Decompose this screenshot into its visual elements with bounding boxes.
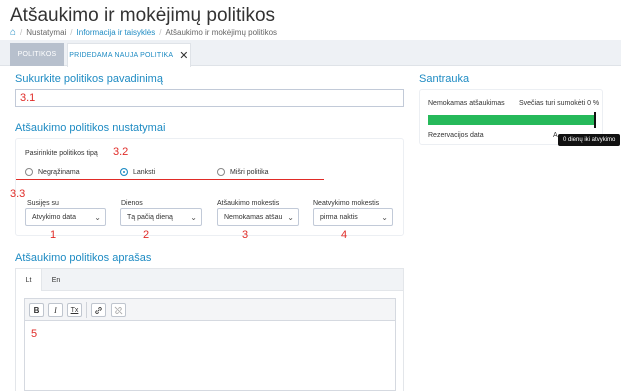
marker-3-2: 3.2 <box>113 146 129 158</box>
tab-lang-en-label: En <box>51 276 61 284</box>
breadcrumb-separator: / <box>159 28 162 37</box>
days-select[interactable]: Tą pačią dieną ⌄ <box>120 208 202 226</box>
related-select[interactable]: Atvykimo data ⌄ <box>25 208 106 226</box>
breadcrumb: ⌂ / Nustatymai / Informacija ir taisyklė… <box>10 27 277 38</box>
tab-policies[interactable]: POLITIKOS <box>10 43 64 66</box>
summary-tooltip: 0 dienų iki atvykimo <box>558 134 621 146</box>
italic-button[interactable]: I <box>48 303 63 317</box>
radio-label: Negrąžinama <box>38 168 80 176</box>
marker-3-1: 3.1 <box>20 92 36 104</box>
summary-guest-pays-label: Svečias turi sumokėti 0 % <box>519 100 600 107</box>
marker-5: 5 <box>31 328 38 340</box>
tab-lang-lt[interactable]: Lt <box>16 269 42 291</box>
tab-new-policy-label: PRIDEDAMA NAUJA POLITIKA <box>69 52 174 59</box>
days-select-value: Tą pačią dieną <box>127 213 173 221</box>
close-icon[interactable]: ✕ <box>179 49 188 62</box>
marker-1: 1 <box>50 229 57 241</box>
no-show-fee-select-value: pirma naktis <box>320 213 358 221</box>
radio-label: Lanksti <box>133 168 156 176</box>
cancel-fee-select-value: Nemokamas atšaukimas <box>224 213 282 221</box>
toolbar-divider <box>86 302 87 318</box>
breadcrumb-item-settings[interactable]: Nustatymai <box>26 28 66 37</box>
no-show-fee-select[interactable]: pirma naktis ⌄ <box>313 208 393 226</box>
radio-button[interactable] <box>25 168 33 176</box>
summary-bar-marker <box>594 112 596 128</box>
breadcrumb-separator: / <box>20 28 23 37</box>
summary-bar-fill <box>428 115 594 125</box>
field-label-no-show-fee: Neatvykimo mokestis <box>313 200 380 207</box>
summary-arrival-label: A <box>553 132 558 139</box>
bold-button[interactable]: B <box>29 303 44 317</box>
summary-title: Santrauka <box>419 73 470 85</box>
language-tab-bar: Lt En <box>15 268 404 291</box>
summary-booking-date-label: Rezervacijos data <box>428 132 484 139</box>
radio-button-checked[interactable] <box>120 168 128 176</box>
tab-policies-label: POLITIKOS <box>17 51 57 58</box>
settings-title: Atšaukimo politikos nustatymai <box>15 122 166 134</box>
related-select-value: Atvykimo data <box>32 213 76 221</box>
marker-3-3: 3.3 <box>10 188 26 200</box>
tab-new-policy[interactable]: PRIDEDAMA NAUJA POLITIKA ✕ <box>67 43 191 67</box>
breadcrumb-separator: / <box>70 28 73 37</box>
cancel-fee-select[interactable]: Nemokamas atšaukimas ⌄ <box>217 208 299 226</box>
radio-non-refundable[interactable]: Negrąžinama <box>25 168 80 176</box>
chevron-down-icon: ⌄ <box>190 213 197 222</box>
unlink-icon[interactable] <box>111 303 126 317</box>
home-icon[interactable]: ⌂ <box>10 27 16 38</box>
tab-lang-lt-label: Lt <box>25 276 32 284</box>
marker-2: 2 <box>143 229 150 241</box>
chevron-down-icon: ⌄ <box>381 213 388 222</box>
radio-button[interactable] <box>217 168 225 176</box>
chevron-down-icon: ⌄ <box>94 213 101 222</box>
policy-name-input[interactable] <box>15 89 404 107</box>
page-title: Atšaukimo ir mokėjimų politikos <box>10 5 276 26</box>
field-label-related: Susijęs su <box>27 200 59 207</box>
field-label-days: Dienos <box>121 200 143 207</box>
policy-type-label: Pasirinkite politikos tipą <box>25 150 98 157</box>
radio-flexible[interactable]: Lanksti <box>120 168 155 176</box>
red-annotation-line <box>16 179 324 180</box>
clear-format-button[interactable]: Tx <box>67 303 82 317</box>
link-icon[interactable] <box>91 303 106 317</box>
summary-free-cancel-label: Nemokamas atšaukimas <box>428 100 505 107</box>
field-label-cancel-fee: Atšaukimo mokestis <box>217 200 280 207</box>
tab-lang-en[interactable]: En <box>42 269 70 291</box>
marker-3: 3 <box>242 229 249 241</box>
breadcrumb-item-current: Atšaukimo ir mokėjimų politikos <box>165 28 278 37</box>
radio-mixed[interactable]: Mišri politika <box>217 168 269 176</box>
chevron-down-icon: ⌄ <box>287 213 294 222</box>
marker-4: 4 <box>341 229 348 241</box>
policy-name-title: Sukurkite politikos pavadinimą <box>15 73 163 85</box>
description-title: Atšaukimo politikos aprašas <box>15 252 152 264</box>
radio-label: Mišri politika <box>230 168 269 176</box>
summary-bar-track <box>428 115 594 125</box>
breadcrumb-item-info[interactable]: Informacija ir taisyklės <box>77 28 156 37</box>
